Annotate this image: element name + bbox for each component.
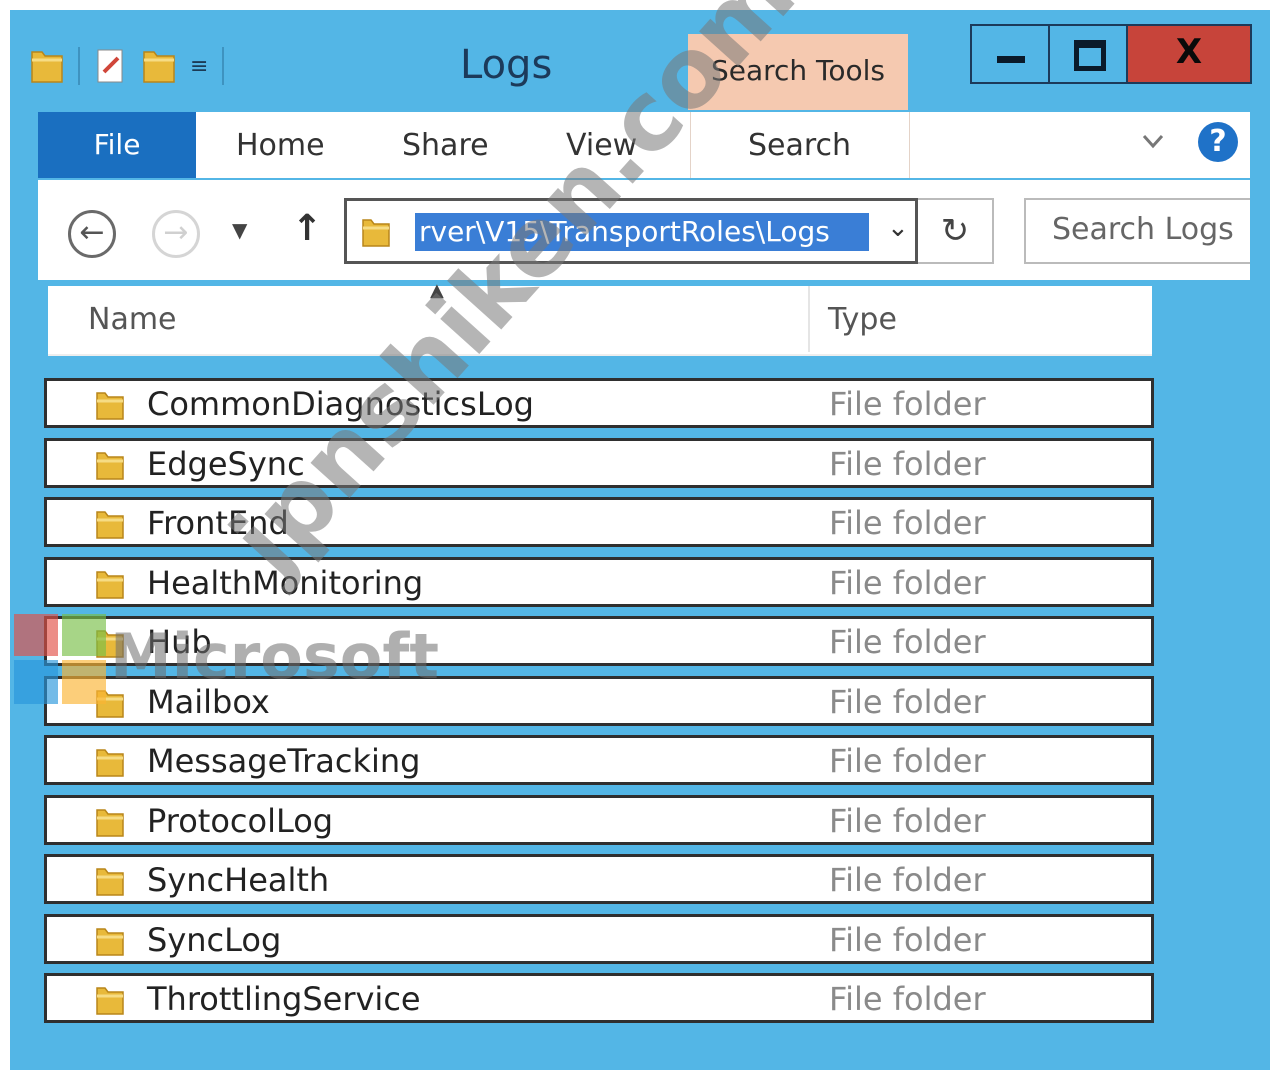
list-item[interactable]: EdgeSync File folder: [44, 437, 1154, 488]
list-item[interactable]: HealthMonitoring File folder: [44, 556, 1154, 607]
toolbar-separator: [222, 47, 225, 85]
up-icon[interactable]: ↑: [292, 208, 322, 249]
maximize-button[interactable]: [1048, 24, 1128, 84]
folder-icon: [95, 567, 125, 601]
refresh-icon[interactable]: ↻: [918, 198, 994, 264]
recent-locations-icon[interactable]: ▼: [232, 218, 247, 242]
column-name-header[interactable]: Name: [88, 302, 177, 337]
item-type: File folder: [829, 742, 986, 780]
minimize-button[interactable]: [970, 24, 1050, 84]
back-button[interactable]: ←: [68, 210, 116, 258]
item-type: File folder: [829, 444, 986, 483]
folder-icon: [95, 924, 125, 958]
list-item[interactable]: ProtocolLog File folder: [44, 794, 1154, 845]
item-type: File folder: [829, 861, 986, 899]
folder-icon[interactable]: [30, 46, 64, 86]
help-icon[interactable]: ?: [1198, 122, 1238, 162]
item-type: File folder: [829, 920, 986, 959]
item-type: File folder: [829, 563, 986, 602]
column-divider[interactable]: [808, 286, 810, 352]
item-type: File folder: [829, 801, 986, 840]
address-dropdown-icon[interactable]: ⌄: [887, 213, 909, 243]
folder-icon: [95, 805, 125, 839]
list-item[interactable]: ThrottlingService File folder: [44, 973, 1154, 1023]
item-type: File folder: [829, 980, 986, 1018]
tab-home[interactable]: Home: [236, 128, 325, 163]
quick-access-toolbar: ≡: [30, 38, 225, 94]
item-type: File folder: [829, 623, 986, 661]
microsoft-watermark-text: Microsoft: [110, 620, 439, 693]
toolbar-separator: [78, 47, 80, 85]
chevron-down-icon[interactable]: [1142, 130, 1164, 152]
close-icon: X: [1175, 32, 1203, 72]
item-name: MessageTracking: [147, 742, 421, 780]
list-item[interactable]: SyncLog File folder: [44, 913, 1154, 964]
tab-search[interactable]: Search: [748, 128, 851, 163]
folder-icon: [362, 219, 390, 247]
item-type: File folder: [829, 504, 986, 542]
column-type-header[interactable]: Type: [828, 302, 897, 337]
list-item[interactable]: SyncHealth File folder: [44, 854, 1154, 904]
window-title: Logs: [460, 42, 553, 88]
item-name: ThrottlingService: [147, 980, 421, 1018]
forward-button[interactable]: →: [152, 210, 200, 258]
folder-icon: [95, 864, 125, 898]
item-name: SyncHealth: [147, 861, 330, 899]
item-name: SyncLog: [147, 920, 282, 959]
folder-icon: [95, 448, 125, 482]
folder-icon: [95, 507, 125, 541]
item-type: File folder: [829, 682, 986, 721]
tab-file[interactable]: File: [38, 112, 196, 178]
list-item[interactable]: MessageTracking File folder: [44, 735, 1154, 785]
search-input[interactable]: Search Logs: [1024, 198, 1250, 264]
list-item[interactable]: CommonDiagnosticsLog File folder: [44, 378, 1154, 428]
tab-share[interactable]: Share: [402, 128, 489, 163]
folder-icon: [95, 983, 125, 1017]
close-button[interactable]: X: [1126, 24, 1252, 84]
folder-icon: [95, 388, 125, 422]
new-folder-icon[interactable]: [142, 46, 176, 86]
item-type: File folder: [829, 385, 986, 423]
item-name: ProtocolLog: [147, 801, 334, 840]
tab-file-label: File: [93, 128, 141, 161]
properties-icon[interactable]: [94, 46, 128, 86]
microsoft-logo-watermark: [14, 614, 106, 704]
column-header: ▲ Name Type: [48, 280, 1152, 356]
list-item[interactable]: FrontEnd File folder: [44, 497, 1154, 547]
customize-toolbar-icon[interactable]: ≡: [190, 54, 208, 79]
folder-icon: [95, 745, 125, 779]
